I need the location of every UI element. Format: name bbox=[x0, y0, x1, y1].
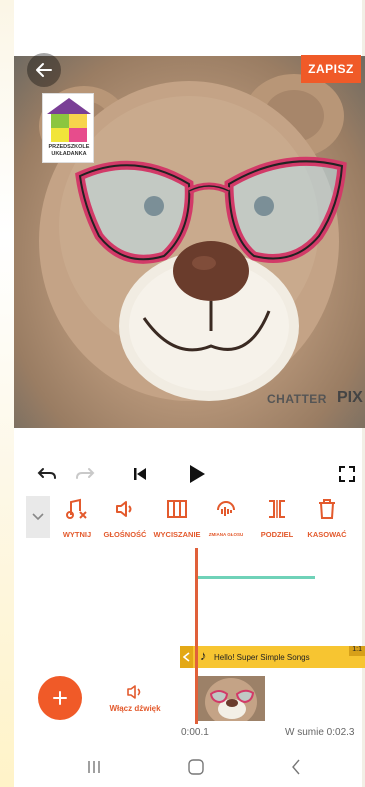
video-clip-thumbnail[interactable] bbox=[197, 676, 265, 721]
recent-apps-icon bbox=[88, 761, 100, 773]
tool-label-voice-change: ZMIANA GŁOSU bbox=[208, 532, 244, 537]
back-button[interactable] bbox=[27, 53, 61, 87]
redo-icon bbox=[76, 468, 95, 479]
watermark-part1: CHATTER bbox=[267, 392, 327, 406]
plus-icon bbox=[53, 691, 67, 705]
tool-fade[interactable]: WYCISZANIE bbox=[152, 496, 202, 539]
tool-split[interactable]: PODZIEL bbox=[258, 496, 296, 539]
volume-icon bbox=[116, 501, 132, 517]
tool-delete[interactable]: KASOWAĆ bbox=[306, 496, 348, 539]
kindergarten-logo: PRZEDSZKOLE UKŁADANKA bbox=[42, 93, 94, 163]
enable-sound-label: Włącz dźwięk bbox=[109, 704, 161, 713]
tool-label-fade: WYCISZANIE bbox=[153, 530, 201, 539]
save-button[interactable]: ZAPISZ bbox=[301, 55, 361, 83]
logo-text-line1: PRZEDSZKOLE bbox=[48, 144, 90, 150]
fade-icon bbox=[167, 500, 187, 518]
audio-track[interactable]: ♪ Hello! Super Simple Songs 1:1 bbox=[180, 646, 365, 668]
play-icon bbox=[190, 465, 205, 483]
back-chevron-icon bbox=[292, 759, 300, 775]
current-time: 0:00.1 bbox=[181, 727, 209, 738]
tool-voice-change[interactable]: ZMIANA GŁOSU bbox=[203, 496, 249, 537]
audio-track-duration: 1:1 bbox=[349, 646, 365, 656]
music-note-icon: ♪ bbox=[200, 648, 207, 663]
audio-track-handle[interactable] bbox=[180, 646, 193, 668]
tool-label-delete: KASOWAĆ bbox=[307, 530, 347, 539]
tool-cut[interactable]: WYTNIJ bbox=[58, 496, 96, 539]
trash-icon bbox=[319, 499, 335, 519]
undo-icon bbox=[37, 468, 56, 479]
tool-volume[interactable]: GŁOŚNOŚĆ bbox=[102, 496, 148, 539]
enable-sound-button[interactable]: Włącz dźwięk bbox=[102, 684, 168, 713]
timeline-playhead[interactable] bbox=[195, 548, 198, 724]
split-icon bbox=[269, 500, 285, 518]
logo-text-line2: UKŁADANKA bbox=[51, 151, 87, 157]
redo-button[interactable] bbox=[70, 460, 100, 488]
skip-to-start-button[interactable] bbox=[125, 460, 155, 488]
left-frame-strip bbox=[0, 0, 14, 787]
fullscreen-button[interactable] bbox=[332, 460, 362, 488]
voice-change-icon bbox=[217, 501, 235, 516]
skip-to-start-icon bbox=[134, 468, 146, 480]
total-time: W sumie 0:02.3 bbox=[285, 727, 355, 738]
tool-label-volume: GŁOŚNOŚĆ bbox=[103, 530, 147, 539]
teddy-thumbnail-image bbox=[197, 676, 265, 721]
collapse-toolbar-button[interactable] bbox=[26, 496, 50, 538]
tool-label-cut: WYTNIJ bbox=[62, 530, 92, 539]
recent-apps-button[interactable] bbox=[82, 756, 106, 778]
watermark-part2: PIX bbox=[337, 389, 363, 406]
home-button[interactable] bbox=[184, 756, 208, 778]
undo-button[interactable] bbox=[32, 460, 62, 488]
play-button[interactable] bbox=[182, 460, 212, 488]
chevron-left-icon bbox=[183, 652, 190, 662]
back-nav-button[interactable] bbox=[284, 756, 308, 778]
fullscreen-icon bbox=[339, 466, 355, 482]
home-icon bbox=[188, 759, 204, 775]
cut-music-icon bbox=[66, 498, 87, 519]
chevron-down-icon bbox=[32, 513, 44, 521]
audio-track-title: Hello! Super Simple Songs bbox=[214, 653, 310, 662]
arrow-left-icon bbox=[36, 63, 52, 77]
chatterpix-watermark: CHATTER PIX bbox=[263, 380, 365, 416]
effect-track[interactable] bbox=[195, 576, 315, 579]
add-media-button[interactable] bbox=[38, 676, 82, 720]
puzzle-house-icon bbox=[47, 98, 91, 142]
speaker-icon bbox=[127, 685, 141, 699]
tool-label-split: PODZIEL bbox=[260, 530, 294, 539]
